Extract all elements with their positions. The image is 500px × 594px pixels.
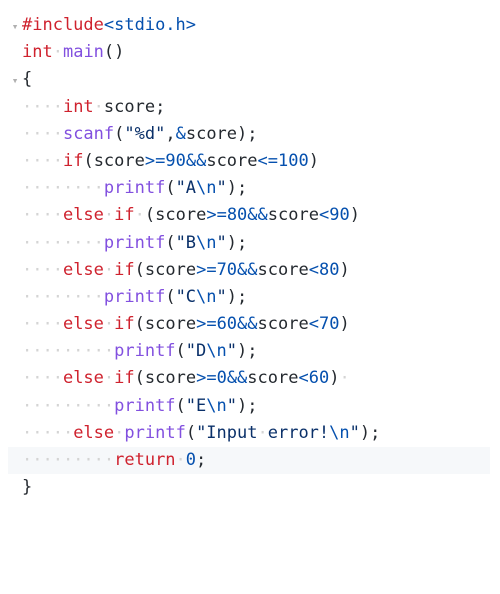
keyword-if: if [114, 260, 134, 280]
fn-printf: printf [104, 233, 165, 253]
code-line-9: ········printf("B\n"); [8, 230, 490, 257]
include-path: <stdio.h> [104, 15, 196, 35]
code-line-4: ····int·score; [8, 94, 490, 121]
keyword-return: return [114, 450, 175, 470]
keyword-if: if [114, 368, 134, 388]
keyword-if: if [63, 151, 83, 171]
keyword-if: if [114, 205, 134, 225]
fn-printf: printf [114, 396, 175, 416]
fn-printf: printf [124, 423, 185, 443]
code-line-3: ▾ { [8, 66, 490, 93]
code-line-15: ·········printf("E\n"); [8, 393, 490, 420]
code-line-14: ····else·if(score>=0&&score<60)· [8, 365, 490, 392]
code-line-1: ▾ #include<stdio.h> [8, 12, 490, 39]
keyword-else: else [63, 368, 104, 388]
brace-close: } [22, 477, 32, 497]
keyword-if: if [114, 314, 134, 334]
code-line-6: ····if(score>=90&&score<=100) [8, 148, 490, 175]
code-line-8: ····else·if·(score>=80&&score<90) [8, 202, 490, 229]
var-score: score [104, 97, 155, 117]
fn-scanf: scanf [63, 124, 114, 144]
code-line-13: ·········printf("D\n"); [8, 338, 490, 365]
fold-icon[interactable]: ▾ [8, 72, 22, 90]
keyword-int: int [63, 97, 94, 117]
code-line-10: ····else·if(score>=70&&score<80) [8, 257, 490, 284]
code-line-7: ········printf("A\n"); [8, 175, 490, 202]
keyword-else: else [63, 260, 104, 280]
keyword-else: else [73, 423, 114, 443]
keyword-else: else [63, 314, 104, 334]
fn-printf: printf [104, 287, 165, 307]
format-string: "%d" [124, 124, 165, 144]
fn-main: main [63, 42, 104, 62]
code-line-11: ········printf("C\n"); [8, 284, 490, 311]
code-line-18: } [8, 474, 490, 501]
code-line-12: ····else·if(score>=60&&score<70) [8, 311, 490, 338]
keyword-else: else [63, 205, 104, 225]
fn-printf: printf [104, 178, 165, 198]
code-line-2: int·main() [8, 39, 490, 66]
code-line-17: ·········return·0; [8, 447, 490, 474]
code-line-16: ·····else·printf("Input·error!\n"); [8, 420, 490, 447]
code-line-5: ····scanf("%d",&score); [8, 121, 490, 148]
keyword-int: int [22, 42, 53, 62]
brace-open: { [22, 69, 32, 89]
preprocessor: #include [22, 15, 104, 35]
fn-printf: printf [114, 341, 175, 361]
fold-icon[interactable]: ▾ [8, 18, 22, 36]
